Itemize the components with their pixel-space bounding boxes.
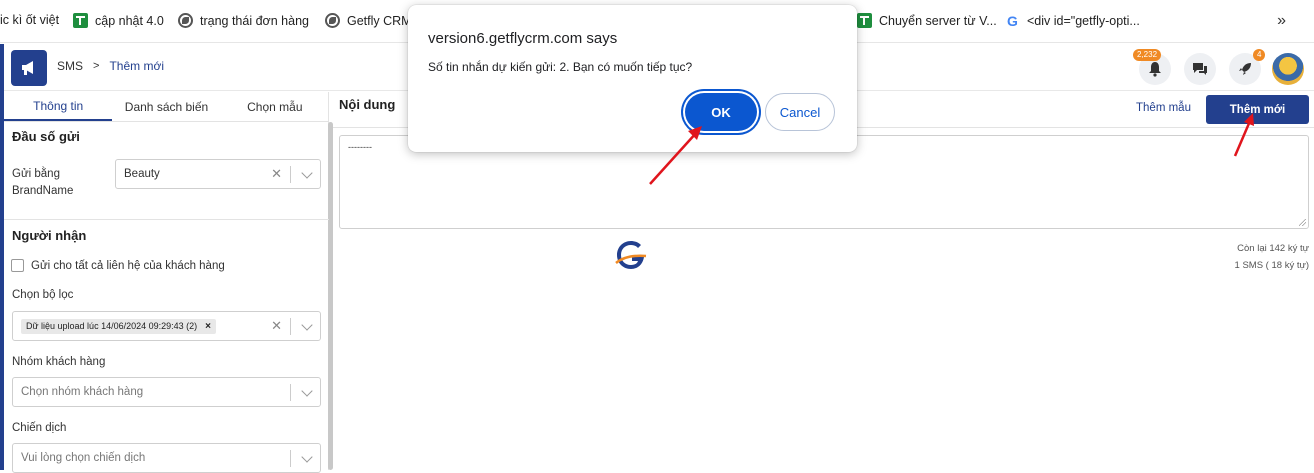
sender-section-title: Đầu số gửi: [12, 129, 80, 144]
filter-chip: Dữ liệu upload lúc 14/06/2024 09:29:43 (…: [21, 318, 216, 334]
bookmark-item[interactable]: Chuyển server từ V...: [857, 13, 997, 28]
customer-group-label: Nhóm khách hàng: [12, 356, 106, 368]
left-panel: [4, 92, 329, 470]
brandname-select[interactable]: Beauty ✕: [115, 159, 321, 189]
globe-icon: [325, 13, 340, 28]
notifications-button[interactable]: 2,232: [1133, 49, 1171, 85]
brandname-label: Gửi bằng BrandName: [12, 166, 73, 200]
sms-count: 1 SMS ( 18 ký tự): [1234, 260, 1309, 271]
bookmarks-overflow-button[interactable]: »: [1277, 12, 1286, 30]
campaign-select[interactable]: Vui lòng chọn chiến dịch: [12, 443, 321, 473]
resize-handle-icon[interactable]: [1299, 219, 1306, 226]
chevron-down-icon[interactable]: [301, 451, 313, 463]
rocket-icon: [1239, 63, 1251, 75]
bookmark-label: Chuyển server từ V...: [879, 13, 997, 28]
customer-group-placeholder: Chọn nhóm khách hàng: [21, 386, 144, 398]
bookmark-label: trạng thái đơn hàng: [200, 13, 309, 28]
sheets-icon: [73, 13, 88, 28]
select-divider: [290, 450, 291, 467]
bookmark-label: cập nhật 4.0: [95, 13, 164, 28]
confirm-dialog: version6.getflycrm.com says Số tin nhắn …: [408, 5, 857, 152]
remaining-characters: Còn lại 142 ký tự: [1237, 243, 1309, 254]
tab-info[interactable]: Thông tin: [4, 92, 113, 121]
send-all-label: Gửi cho tất cả liên hệ của khách hàng: [31, 260, 225, 272]
brandname-label-line2: BrandName: [12, 185, 74, 197]
recipients-section-title: Người nhận: [12, 228, 87, 243]
select-divider: [290, 166, 291, 183]
section-divider: [4, 219, 329, 220]
content-title: Nội dung: [339, 97, 396, 112]
clear-icon[interactable]: ✕: [271, 318, 282, 334]
cancel-button[interactable]: Cancel: [765, 93, 835, 131]
bookmark-label: ic kì ốt việt: [0, 13, 60, 27]
breadcrumb-root[interactable]: SMS: [57, 59, 83, 73]
google-icon: G: [1007, 12, 1018, 29]
bell-icon: [1149, 62, 1161, 77]
chevron-down-icon[interactable]: [301, 319, 313, 331]
sheets-icon: [857, 13, 872, 28]
send-all-checkbox[interactable]: [11, 259, 24, 272]
filter-select[interactable]: Dữ liệu upload lúc 14/06/2024 09:29:43 (…: [12, 311, 321, 341]
chevron-right-icon: >: [93, 60, 100, 72]
getfly-logo: [615, 241, 647, 269]
sms-module-button[interactable]: [11, 50, 47, 86]
rocket-button[interactable]: 4: [1229, 49, 1266, 85]
clear-icon[interactable]: ✕: [271, 166, 282, 182]
chat-button[interactable]: [1184, 53, 1216, 85]
ok-button[interactable]: OK: [685, 93, 757, 131]
megaphone-icon: [22, 61, 33, 75]
tab-templates[interactable]: Chọn mẫu: [221, 92, 329, 121]
bookmark-item[interactable]: trạng thái đơn hàng: [178, 13, 309, 28]
filter-chip-label: Dữ liệu upload lúc 14/06/2024 09:29:43 (…: [26, 321, 198, 331]
bookmark-item[interactable]: G <div id="getfly-opti...: [1005, 12, 1140, 29]
dialog-title: version6.getflycrm.com says: [428, 30, 618, 47]
user-avatar[interactable]: [1272, 53, 1304, 85]
dialog-message: Số tin nhắn dự kiến gửi: 2. Bạn có muốn …: [428, 60, 693, 74]
customer-group-select[interactable]: Chọn nhóm khách hàng: [12, 377, 321, 407]
campaign-label: Chiến dịch: [12, 422, 67, 434]
brandname-label-line1: Gửi bằng: [12, 168, 60, 180]
brandname-value: Beauty: [124, 168, 160, 180]
notification-badge: 2,232: [1133, 49, 1162, 61]
remove-chip-icon[interactable]: ×: [205, 321, 211, 332]
left-tabs: Thông tin Danh sách biến Chọn mẫu: [4, 92, 329, 122]
campaign-placeholder: Vui lòng chọn chiến dịch: [21, 452, 146, 464]
chevron-down-icon[interactable]: [301, 385, 313, 397]
message-text: --------: [348, 142, 372, 152]
filter-label: Chọn bộ lọc: [12, 289, 74, 301]
bookmark-label: <div id="getfly-opti...: [1027, 13, 1140, 28]
bookmark-item[interactable]: ic kì ốt việt: [0, 13, 59, 27]
bookmark-item[interactable]: cập nhật 4.0: [73, 13, 164, 28]
bookmark-label: Getfly CRM: [347, 13, 412, 28]
chevron-down-icon[interactable]: [301, 167, 313, 179]
add-template-button[interactable]: Thêm mẫu: [1136, 102, 1191, 114]
globe-icon: [178, 13, 193, 28]
select-divider: [290, 384, 291, 401]
add-new-button[interactable]: Thêm mới: [1206, 95, 1309, 124]
chat-icon: [1193, 63, 1207, 75]
bookmark-item[interactable]: Getfly CRM: [325, 13, 412, 28]
left-panel-scrollbar[interactable]: [328, 122, 333, 470]
breadcrumb: SMS > Thêm mới: [57, 59, 164, 73]
select-divider: [290, 318, 291, 335]
tab-variables[interactable]: Danh sách biến: [112, 92, 220, 121]
breadcrumb-current: Thêm mới: [109, 59, 164, 73]
